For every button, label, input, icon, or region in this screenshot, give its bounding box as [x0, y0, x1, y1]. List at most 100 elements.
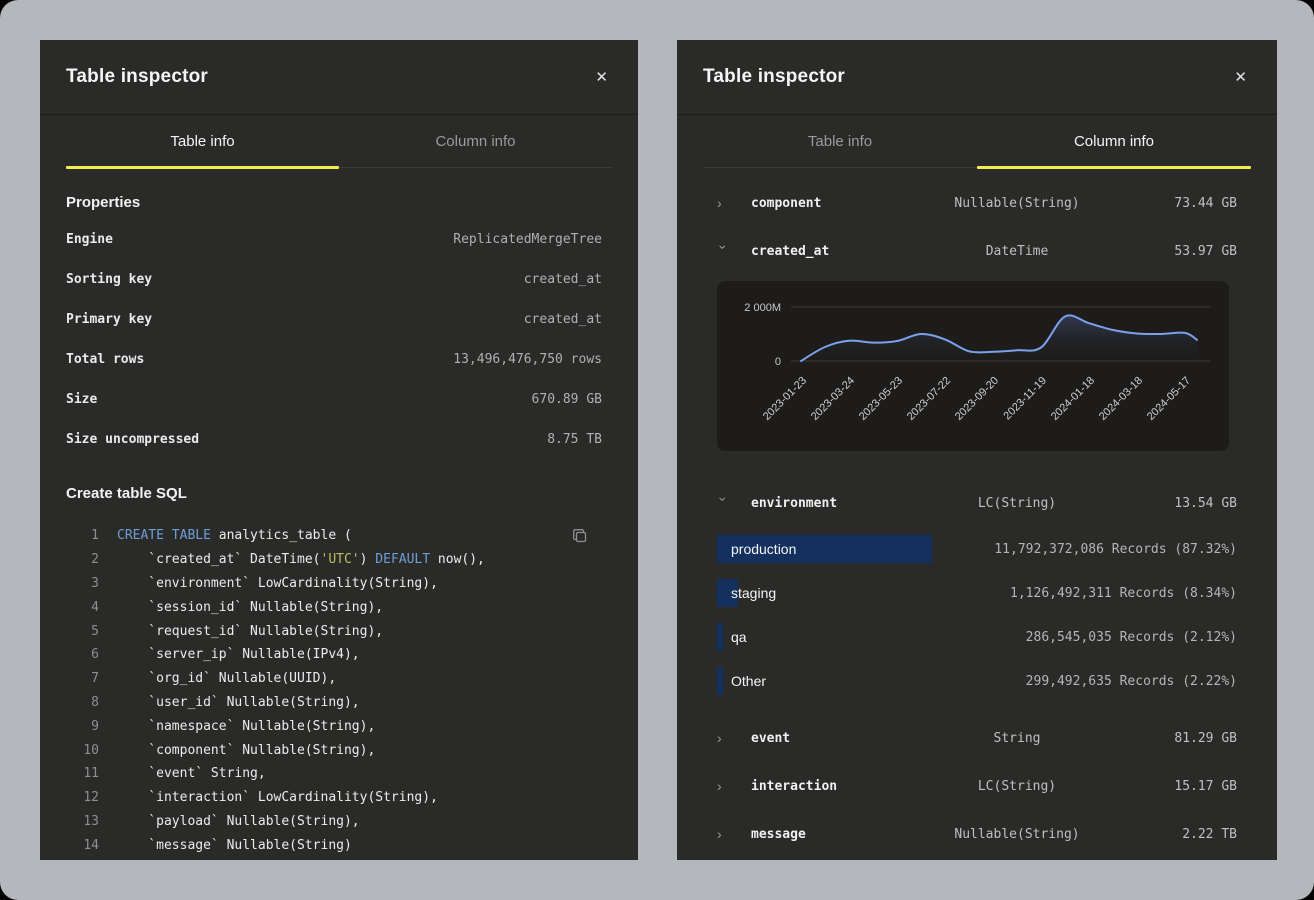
line-code: `request_id` Nullable(String),: [117, 624, 383, 639]
property-label: Sorting key: [66, 272, 152, 287]
column-type: Nullable(String): [907, 827, 1127, 842]
tab-column-info[interactable]: Column info: [339, 115, 612, 167]
line-number: 1: [66, 528, 99, 543]
bar-track: staging: [717, 579, 1010, 607]
chevron-right-icon[interactable]: ›: [717, 827, 731, 841]
property-label: Size uncompressed: [66, 432, 199, 447]
bar-category-label: staging: [717, 579, 1010, 607]
sql-code-line: 13 `payload` Nullable(String),: [66, 810, 602, 834]
x-axis-tick-label: 2023-03-24: [809, 375, 857, 423]
line-code: `payload` Nullable(String),: [117, 814, 360, 829]
bar-track: qa: [717, 623, 1026, 651]
sql-code-line: 4 `session_id` Nullable(String),: [66, 595, 602, 619]
column-size: 73.44 GB: [1127, 196, 1237, 211]
property-row: Size 670.89 GB: [66, 379, 602, 419]
line-code: `message` Nullable(String): [117, 838, 352, 853]
line-number: 9: [66, 719, 99, 734]
line-code: `org_id` Nullable(UUID),: [117, 671, 336, 686]
sql-code-line: 14 `message` Nullable(String): [66, 833, 602, 857]
column-row-interaction[interactable]: › interaction LC(String) 15.17 GB: [717, 762, 1237, 810]
tab-bar: Table infoColumn info: [703, 115, 1251, 168]
created-at-distribution-chart: 2 000M02023-01-232023-03-242023-05-23202…: [717, 281, 1229, 451]
column-name: message: [751, 827, 907, 842]
column-type: LC(String): [907, 496, 1127, 511]
property-row: Engine ReplicatedMergeTree: [66, 219, 602, 259]
x-axis-tick-label: 2023-09-20: [953, 375, 1001, 423]
column-size: 15.17 GB: [1127, 779, 1237, 794]
create-table-sql-title: Create table SQL: [66, 485, 602, 502]
sql-code-line: 15 ) ENGINE = ReplicatedMergeTree('/clic…: [66, 857, 602, 860]
column-row-created_at[interactable]: › created_at DateTime 53.97 GB: [717, 227, 1237, 275]
properties-list: Engine ReplicatedMergeTree Sorting key c…: [66, 219, 602, 459]
column-row-environment[interactable]: › environment LC(String) 13.54 GB: [717, 479, 1237, 527]
chevron-down-icon[interactable]: ›: [716, 497, 730, 511]
sql-code-line: 10 `component` Nullable(String),: [66, 738, 602, 762]
line-code: `session_id` Nullable(String),: [117, 600, 383, 615]
environment-value-row-production: production 11,792,372,086 Records (87.32…: [717, 527, 1237, 571]
close-icon[interactable]: ✕: [1230, 66, 1251, 89]
properties-section-title: Properties: [66, 194, 602, 211]
copy-icon[interactable]: [570, 526, 590, 549]
bar-track: production: [717, 535, 994, 563]
bar-record-count: 299,492,635 Records (2.22%): [1026, 674, 1237, 689]
sql-code-line: 5 `request_id` Nullable(String),: [66, 619, 602, 643]
table-inspector-dialog-right: Table inspector ✕ Table infoColumn info …: [677, 40, 1277, 860]
property-row: Size uncompressed 8.75 TB: [66, 419, 602, 459]
line-number: 12: [66, 790, 99, 805]
property-value: ReplicatedMergeTree: [453, 232, 602, 247]
x-axis-tick-label: 2023-11-19: [1001, 375, 1049, 423]
line-code: `created_at` DateTime('UTC') DEFAULT now…: [117, 552, 485, 567]
line-number: 8: [66, 695, 99, 710]
line-code: `event` String,: [117, 766, 266, 781]
chevron-right-icon[interactable]: ›: [717, 196, 731, 210]
close-icon[interactable]: ✕: [591, 66, 612, 89]
screen-background: Table inspector ✕ Table infoColumn info …: [0, 0, 1314, 900]
property-label: Size: [66, 392, 97, 407]
x-axis-tick-label: 2023-05-23: [857, 375, 905, 423]
line-code: `component` Nullable(String),: [117, 743, 375, 758]
column-row-event[interactable]: › event String 81.29 GB: [717, 714, 1237, 762]
x-axis-tick-label: 2024-03-18: [1097, 375, 1145, 423]
dialog-title: Table inspector: [66, 66, 208, 88]
line-number: 5: [66, 624, 99, 639]
sql-code-line: 7 `org_id` Nullable(UUID),: [66, 667, 602, 691]
column-info-list: › component Nullable(String) 73.44 GB › …: [677, 168, 1277, 858]
bar-category-label: Other: [717, 667, 1026, 695]
y-axis-tick-label: 2 000M: [744, 302, 781, 314]
column-type: String: [907, 731, 1127, 746]
line-number: 3: [66, 576, 99, 591]
line-number: 7: [66, 671, 99, 686]
sql-code-line: 12 `interaction` LowCardinality(String),: [66, 786, 602, 810]
sql-code-line: 8 `user_id` Nullable(String),: [66, 691, 602, 715]
bar-category-label: production: [717, 535, 994, 563]
property-value: 670.89 GB: [532, 392, 602, 407]
column-row-message[interactable]: › message Nullable(String) 2.22 TB: [717, 810, 1237, 858]
column-row-component[interactable]: › component Nullable(String) 73.44 GB: [717, 179, 1237, 227]
table-info-content: Properties Engine ReplicatedMergeTree So…: [40, 194, 638, 860]
line-number: 13: [66, 814, 99, 829]
column-name: created_at: [751, 244, 907, 259]
environment-value-row-other: Other 299,492,635 Records (2.22%): [717, 659, 1237, 703]
column-name: environment: [751, 496, 907, 511]
line-code: `interaction` LowCardinality(String),: [117, 790, 438, 805]
chevron-down-icon[interactable]: ›: [716, 245, 730, 259]
tab-table-info[interactable]: Table info: [703, 115, 977, 167]
property-label: Total rows: [66, 352, 144, 367]
table-inspector-dialog-left: Table inspector ✕ Table infoColumn info …: [40, 40, 638, 860]
x-axis-tick-label: 2023-07-22: [905, 375, 953, 423]
line-code: `user_id` Nullable(String),: [117, 695, 360, 710]
dialog-header: Table inspector ✕: [40, 40, 638, 115]
chevron-right-icon[interactable]: ›: [717, 731, 731, 745]
environment-value-row-staging: staging 1,126,492,311 Records (8.34%): [717, 571, 1237, 615]
tab-table-info[interactable]: Table info: [66, 115, 339, 167]
line-code: `server_ip` Nullable(IPv4),: [117, 647, 360, 662]
chevron-right-icon[interactable]: ›: [717, 779, 731, 793]
sql-code-line: 2 `created_at` DateTime('UTC') DEFAULT n…: [66, 548, 602, 572]
dialog-header: Table inspector ✕: [677, 40, 1277, 115]
tab-bar: Table infoColumn info: [66, 115, 612, 168]
line-number: 2: [66, 552, 99, 567]
sql-code-block: 1 CREATE TABLE analytics_table ( 2 `crea…: [66, 524, 602, 860]
column-type: DateTime: [907, 244, 1127, 259]
column-name: component: [751, 196, 907, 211]
tab-column-info[interactable]: Column info: [977, 115, 1251, 167]
